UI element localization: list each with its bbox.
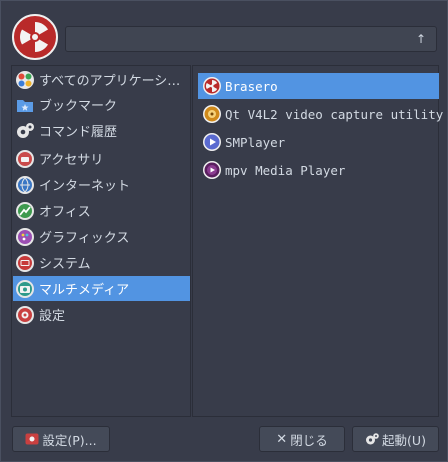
graphics-icon — [16, 227, 34, 246]
logo-icon — [12, 14, 58, 60]
category-graphics[interactable]: グラフィックス — [13, 224, 190, 249]
gears-icon — [366, 433, 379, 445]
launch-button[interactable]: 起動(U) — [352, 426, 439, 452]
category-settings[interactable]: 設定 — [13, 302, 190, 327]
brasero-icon — [203, 77, 221, 95]
category-all-apps[interactable]: すべてのアプリケーシ… — [13, 67, 190, 92]
gears-icon — [17, 122, 34, 138]
app-label: Qt V4L2 video capture utility — [225, 106, 444, 122]
app-qv4l2[interactable]: Qt V4L2 video capture utility — [198, 101, 443, 127]
category-label: システム — [39, 257, 91, 272]
internet-icon — [16, 175, 34, 194]
category-list: すべてのアプリケーシ… ブックマーク コマンド履歴 アクセサリ インターネット … — [11, 65, 191, 417]
office-icon — [16, 201, 34, 220]
category-office[interactable]: オフィス — [13, 198, 190, 223]
app-mpv[interactable]: mpv Media Player — [198, 157, 439, 183]
category-multimedia[interactable]: マルチメディア — [13, 276, 190, 301]
all-apps-icon — [16, 70, 34, 89]
category-bookmarks[interactable]: ブックマーク — [13, 92, 190, 117]
settings-button[interactable]: 設定(P)... — [12, 426, 110, 452]
app-label: mpv Media Player — [225, 162, 346, 178]
app-label: SMPlayer — [225, 134, 286, 150]
application-list: Brasero Qt V4L2 video capture utility SM… — [192, 65, 443, 417]
close-icon: ✕ — [276, 431, 288, 447]
category-label: オフィス — [39, 205, 91, 220]
category-label: インターネット — [39, 179, 131, 194]
app-label: Brasero — [225, 78, 278, 94]
close-button[interactable]: ✕ 閉じる — [259, 426, 345, 452]
mpv-icon — [203, 161, 221, 179]
app-menu-window: ↑ すべてのアプリケーシ… ブックマーク コマンド履歴 アクセサリ インターネッ… — [0, 0, 448, 462]
category-label: グラフィックス — [39, 231, 130, 246]
multimedia-icon — [16, 279, 34, 298]
category-accessories[interactable]: アクセサリ — [13, 146, 190, 171]
qv4l2-icon — [203, 105, 221, 123]
category-internet[interactable]: インターネット — [13, 172, 190, 197]
category-system[interactable]: システム — [13, 250, 190, 275]
category-command-history[interactable]: コマンド履歴 — [13, 118, 190, 143]
close-button-label: 閉じる — [290, 432, 328, 448]
category-label: ブックマーク — [39, 99, 118, 114]
category-label: 設定 — [39, 309, 66, 324]
settings-small-icon — [25, 433, 39, 445]
category-label: マルチメディア — [39, 283, 130, 298]
category-label: アクセサリ — [39, 153, 104, 168]
app-smplayer[interactable]: SMPlayer — [198, 129, 439, 155]
app-brasero[interactable]: Brasero — [198, 73, 439, 99]
category-label: コマンド履歴 — [39, 125, 118, 140]
search-box[interactable]: ↑ — [65, 26, 437, 52]
settings-icon — [16, 305, 34, 324]
bookmark-folder-icon — [17, 99, 33, 112]
clear-search-icon[interactable]: ↑ — [414, 31, 428, 47]
search-input[interactable] — [72, 30, 406, 50]
settings-button-label: 設定(P)... — [42, 432, 97, 448]
launch-button-label: 起動(U) — [382, 432, 426, 448]
system-icon — [16, 253, 34, 272]
category-label: すべてのアプリケーシ… — [39, 74, 181, 89]
accessories-icon — [16, 149, 34, 168]
smplayer-icon — [203, 133, 221, 151]
